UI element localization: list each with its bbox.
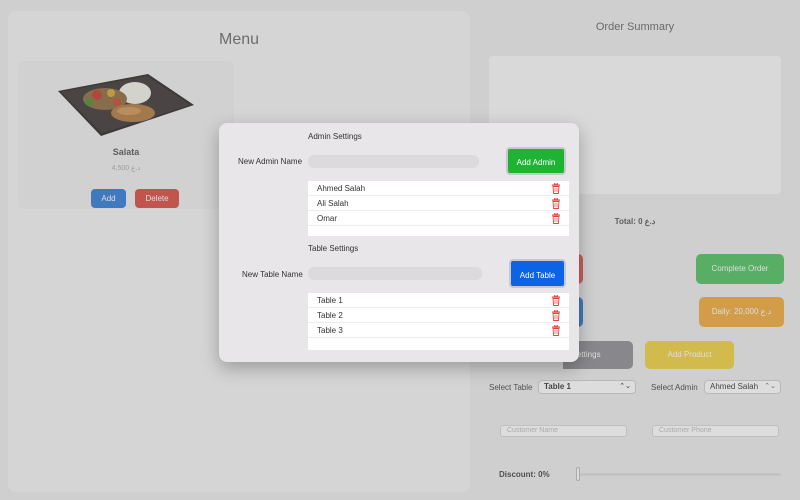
table-list: Table 1 Table 2 Table 3	[308, 293, 569, 350]
table-name: Table 1	[317, 296, 343, 305]
new-admin-input[interactable]	[308, 155, 479, 168]
trash-icon[interactable]	[551, 198, 561, 209]
new-table-input[interactable]	[308, 267, 482, 280]
table-name: Table 3	[317, 326, 343, 335]
list-item: Ali Salah	[308, 196, 569, 211]
list-item: Table 1	[308, 293, 569, 308]
admin-settings-title: Admin Settings	[308, 132, 362, 141]
list-item: Table 3	[308, 323, 569, 338]
settings-modal: Admin Settings New Admin Name Add Admin …	[219, 123, 579, 362]
new-admin-label: New Admin Name	[238, 157, 303, 166]
table-name: Table 2	[317, 311, 343, 320]
trash-icon[interactable]	[551, 310, 561, 321]
trash-icon[interactable]	[551, 183, 561, 194]
list-item: Table 2	[308, 308, 569, 323]
list-item: Ahmed Salah	[308, 181, 569, 196]
new-table-label: New Table Name	[242, 270, 303, 279]
add-admin-button[interactable]: Add Admin	[506, 147, 566, 175]
table-settings-title: Table Settings	[308, 244, 359, 253]
admin-name: Omar	[317, 214, 337, 223]
admin-name: Ahmed Salah	[317, 184, 366, 193]
admin-name: Ali Salah	[317, 199, 349, 208]
add-table-button[interactable]: Add Table	[509, 259, 566, 288]
list-item: Omar	[308, 211, 569, 226]
trash-icon[interactable]	[551, 213, 561, 224]
trash-icon[interactable]	[551, 295, 561, 306]
trash-icon[interactable]	[551, 325, 561, 336]
admin-list: Ahmed Salah Ali Salah Omar	[308, 181, 569, 236]
